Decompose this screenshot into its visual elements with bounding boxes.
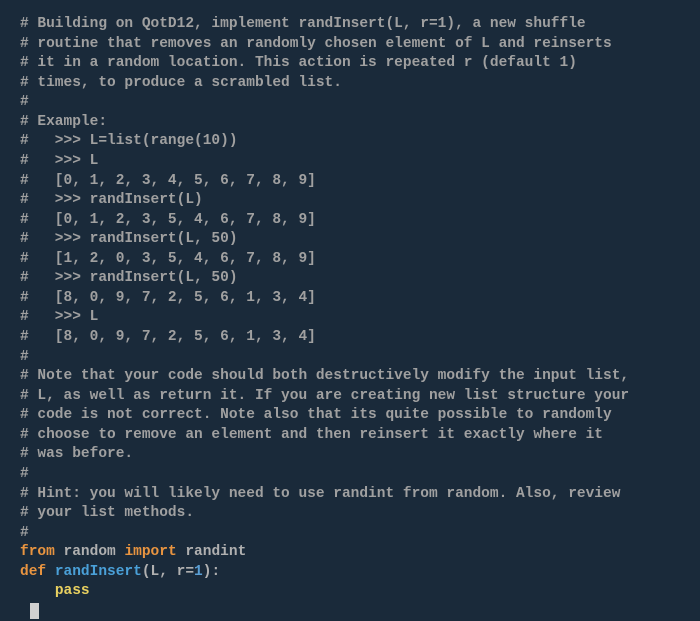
comment-line: # times, to produce a scrambled list. [20, 75, 342, 91]
comment-line: # Building on QotD12, implement randInse… [20, 16, 586, 32]
indent [20, 583, 55, 599]
comment-line: # your list methods. [20, 505, 194, 521]
comment-line: # Note that your code should both destru… [20, 368, 629, 384]
function-name: randInsert [55, 564, 142, 580]
comment-line: # >>> L=list(range(10)) [20, 133, 238, 149]
comment-line: # Hint: you will likely need to use rand… [20, 486, 620, 502]
comment-line: # >>> randInsert(L, 50) [20, 231, 238, 247]
comment-line: # it in a random location. This action i… [20, 55, 577, 71]
comment-line: # >>> randInsert(L) [20, 192, 203, 208]
comment-line: # L, as well as return it. If you are cr… [20, 388, 629, 404]
keyword-pass: pass [55, 583, 90, 599]
comment-line: # [20, 349, 29, 365]
comment-line: # [0, 1, 2, 3, 5, 4, 6, 7, 8, 9] [20, 212, 316, 228]
code-editor[interactable]: # Building on QotD12, implement randInse… [20, 15, 680, 621]
comment-line: # was before. [20, 446, 133, 462]
comment-line: # [8, 0, 9, 7, 2, 5, 6, 1, 3, 4] [20, 329, 316, 345]
comment-line: # [8, 0, 9, 7, 2, 5, 6, 1, 3, 4] [20, 290, 316, 306]
comment-line: # >>> randInsert(L, 50) [20, 270, 238, 286]
keyword-def: def [20, 564, 55, 580]
comment-line: # >>> L [20, 153, 98, 169]
keyword-from: from [20, 544, 55, 560]
comment-line: # [1, 2, 0, 3, 5, 4, 6, 7, 8, 9] [20, 251, 316, 267]
comment-line: # choose to remove an element and then r… [20, 427, 603, 443]
function-signature-open: (L, r= [142, 564, 194, 580]
comment-line: # code is not correct. Note also that it… [20, 407, 612, 423]
comment-line: # >>> L [20, 309, 98, 325]
comment-line: # [20, 525, 29, 541]
comment-line: # routine that removes an randomly chose… [20, 36, 612, 52]
module-randint: randint [177, 544, 247, 560]
comment-line: # [20, 466, 29, 482]
module-random: random [55, 544, 125, 560]
comment-line: # [20, 94, 29, 110]
text-cursor [30, 603, 39, 619]
function-signature-close: ): [203, 564, 220, 580]
keyword-import: import [124, 544, 176, 560]
comment-line: # [0, 1, 2, 3, 4, 5, 6, 7, 8, 9] [20, 173, 316, 189]
comment-line: # Example: [20, 114, 107, 130]
default-value: 1 [194, 564, 203, 580]
